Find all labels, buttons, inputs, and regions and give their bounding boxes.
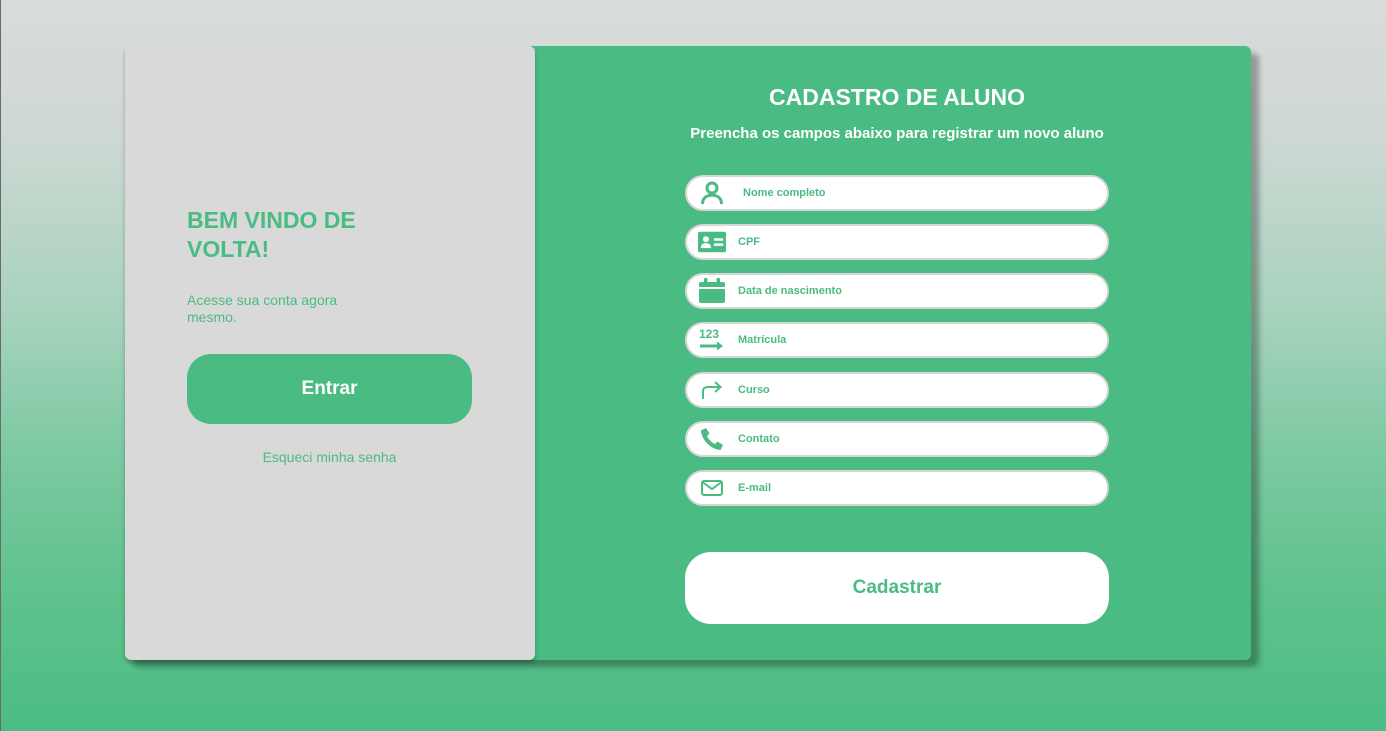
user-icon [698,180,726,206]
svg-text:123: 123 [699,327,719,341]
email-field[interactable] [685,470,1109,506]
enrollment-input[interactable] [738,324,1098,356]
welcome-subtitle: Acesse sua conta agora mesmo. [187,292,338,325]
cpf-field[interactable] [685,224,1109,260]
forgot-password-link[interactable]: Esqueci minha senha [187,449,472,465]
birthdate-field[interactable] [685,273,1109,309]
register-panel: CADASTRO DE ALUNO Preencha os campos aba… [515,46,1251,660]
contact-field[interactable] [685,421,1109,457]
birthdate-input[interactable] [738,275,1098,307]
mail-icon [698,475,726,501]
email-input[interactable] [738,472,1098,504]
forward-arrow-icon [698,377,726,403]
register-button[interactable]: Cadastrar [685,552,1109,624]
calendar-icon [698,278,726,304]
contact-input[interactable] [738,423,1098,455]
course-field[interactable] [685,372,1109,408]
numbers-icon: 123 [698,327,726,353]
form-title: CADASTRO DE ALUNO [769,84,1025,110]
name-field[interactable] [685,175,1109,211]
enrollment-field[interactable]: 123 [685,322,1109,358]
id-card-icon [698,229,726,255]
enter-button[interactable]: Entrar [187,354,472,424]
name-input[interactable] [743,177,1103,209]
phone-icon [698,426,726,452]
course-input[interactable] [738,374,1098,406]
cpf-input[interactable] [738,226,1098,258]
login-panel: BEM VINDO DE VOLTA! Acesse sua conta ago… [125,46,535,660]
form-subtitle: Preencha os campos abaixo para registrar… [690,125,1104,142]
welcome-title: BEM VINDO DE VOLTA! [187,207,356,262]
window-edge [0,0,1,731]
